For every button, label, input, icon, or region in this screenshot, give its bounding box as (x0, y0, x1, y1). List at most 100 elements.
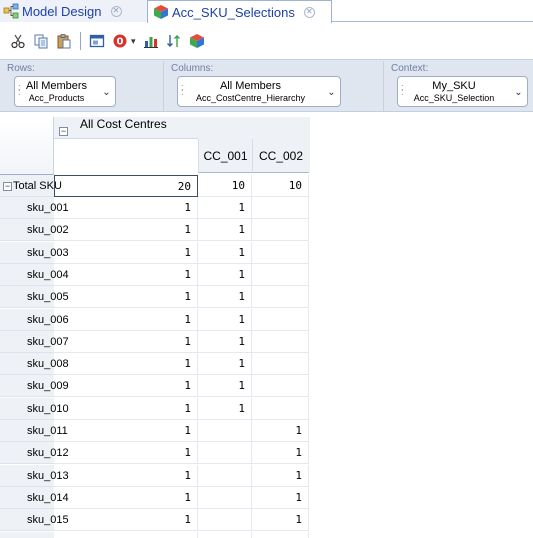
table-cell-value-all[interactable]: 1 (54, 375, 198, 397)
table-cell-value-cc-001[interactable]: 1 (198, 219, 252, 241)
context-member: My_SKU (432, 80, 476, 92)
cube-icon (153, 4, 169, 20)
grid-corner (0, 117, 54, 175)
row-header-sku[interactable]: sku_002 (0, 219, 69, 241)
cut-icon[interactable] (8, 31, 28, 51)
tab-acc-sku-selections[interactable]: Acc_SKU_Selections ✕ (147, 0, 332, 23)
chevron-down-icon[interactable]: ⌄ (100, 83, 113, 102)
rows-dimension: Acc_Products (28, 93, 85, 103)
table-cell-value-cc-002[interactable] (252, 264, 309, 286)
table-cell-value-cc-001[interactable]: 1 (198, 264, 252, 286)
table-cell-value-cc-002[interactable]: 1 (252, 487, 309, 509)
paste-icon[interactable] (54, 31, 74, 51)
row-header-sku[interactable]: sku_007 (0, 331, 69, 353)
column-header-cc-002[interactable]: CC_002 (252, 139, 309, 173)
table-cell-value-cc-002[interactable]: 1 (252, 465, 309, 487)
row-header-sku[interactable]: sku_001 (0, 197, 69, 219)
row-header-sku[interactable]: sku_011 (0, 420, 68, 442)
cube-view-icon[interactable] (187, 31, 207, 51)
toolbar-separator (80, 32, 81, 50)
table-cell-value-all[interactable]: 1 (54, 465, 198, 487)
table-cell-value-cc-002[interactable]: 1 (252, 509, 309, 531)
table-cell-value-cc-001[interactable]: 1 (198, 309, 252, 331)
table-cell-value-cc-001[interactable] (198, 442, 252, 464)
table-cell-value-all[interactable]: 1 (54, 264, 198, 286)
svg-text:0: 0 (117, 37, 124, 48)
table-cell-value-all[interactable]: 1 (54, 219, 198, 241)
table-cell-value-cc-002[interactable]: 1 (252, 442, 309, 464)
table-cell-value-cc-002[interactable] (252, 353, 309, 375)
row-header-total[interactable]: − Total SKU (0, 175, 62, 197)
table-cell-value-cc-001[interactable]: 1 (198, 375, 252, 397)
table-cell-value-all[interactable]: 1 (54, 242, 198, 264)
table-cell-value-cc-001[interactable]: 1 (198, 197, 252, 219)
table-cell-value-cc-001[interactable] (198, 465, 252, 487)
table-cell-value-cc-002[interactable]: 1 (252, 420, 309, 442)
chart-icon[interactable] (141, 31, 161, 51)
table-cell-value-cc-001[interactable]: 1 (198, 242, 252, 264)
rows-selector[interactable]: ⁚ ⁚ All Members Acc_Products ⌄ (14, 76, 116, 107)
table-cell-value-all[interactable]: 1 (54, 353, 198, 375)
table-cell-value-cc-002[interactable] (252, 219, 309, 241)
table-cell-value-cc-001[interactable] (198, 509, 252, 531)
close-icon[interactable]: ✕ (110, 5, 122, 17)
table-cell-value-cc-001[interactable]: 1 (198, 286, 252, 308)
table-cell-value-cc-001[interactable] (198, 420, 252, 442)
collapse-icon[interactable]: − (59, 127, 68, 136)
table-cell-value-cc-002[interactable] (252, 242, 309, 264)
table-cell-value-all[interactable]: 1 (54, 197, 198, 219)
row-header-sku[interactable]: sku_012 (0, 442, 69, 464)
table-cell-value-all[interactable]: 1 (54, 420, 198, 442)
tab-model-design[interactable]: Model Design ✕ (0, 0, 147, 22)
row-header-sku[interactable]: sku_014 (0, 487, 69, 509)
row-header-sku[interactable]: sku_005 (0, 286, 69, 308)
row-header-sku[interactable]: sku_016 (0, 532, 69, 538)
row-header-sku[interactable]: sku_003 (0, 242, 69, 264)
table-cell-value-all[interactable]: 1 (54, 331, 198, 353)
table-cell-value-cc-001[interactable]: 1 (198, 398, 252, 420)
collapse-icon[interactable]: − (3, 182, 12, 191)
view-icon[interactable] (87, 31, 107, 51)
total-value-all[interactable]: 20 (54, 175, 198, 197)
column-header-cc-001[interactable]: CC_001 (198, 139, 252, 173)
context-selector[interactable]: ⁚ ⁚ My_SKU Acc_SKU_Selection ⌄ (397, 76, 528, 107)
rows-selector-group: Rows: ⁚ ⁚ All Members Acc_Products ⌄ (0, 62, 163, 111)
table-cell-value-all[interactable]: 1 (54, 286, 198, 308)
table-cell-value-cc-002[interactable] (252, 375, 309, 397)
table-cell-value-cc-001[interactable] (198, 487, 252, 509)
table-cell-value-all[interactable]: 1 (54, 487, 198, 509)
close-icon[interactable]: ✕ (303, 6, 315, 18)
total-value-cc-002[interactable]: 10 (252, 175, 309, 197)
columns-selector[interactable]: ⁚ ⁚ All Members Acc_CostCentre_Hierarchy … (177, 76, 341, 107)
table-cell-value-cc-002[interactable] (252, 286, 309, 308)
table-cell-value-cc-002[interactable] (252, 309, 309, 331)
sort-icon[interactable] (164, 31, 184, 51)
table-cell-value-cc-002[interactable] (252, 331, 309, 353)
chevron-down-icon[interactable]: ▾ (131, 36, 136, 47)
row-header-sku[interactable]: sku_006 (0, 309, 69, 331)
row-header-sku[interactable]: sku_013 (0, 465, 69, 487)
table-cell-value-cc-002[interactable]: 1 (252, 532, 309, 538)
table-cell-value-cc-002[interactable] (252, 197, 309, 219)
column-group-header[interactable]: − All Cost Centres (54, 117, 198, 139)
chevron-down-icon[interactable]: ⌄ (325, 83, 338, 102)
table-cell-value-all[interactable]: 1 (54, 442, 198, 464)
table-cell-value-all[interactable]: 1 (54, 398, 198, 420)
table-cell-value-all[interactable]: 1 (54, 309, 198, 331)
table-cell-value-cc-001[interactable] (198, 532, 252, 538)
table-cell-value-all[interactable]: 1 (54, 532, 198, 538)
table-cell-value-cc-001[interactable]: 1 (198, 331, 252, 353)
row-header-sku[interactable]: sku_008 (0, 353, 69, 375)
row-header-sku[interactable]: sku_004 (0, 264, 69, 286)
zero-suppress-icon[interactable]: 0 (110, 31, 130, 51)
row-header-sku[interactable]: sku_015 (0, 509, 69, 531)
total-value-cc-001[interactable]: 10 (198, 175, 252, 197)
table-cell-value-all[interactable]: 1 (54, 509, 198, 531)
table-cell-value-cc-002[interactable] (252, 398, 309, 420)
row-header-sku[interactable]: sku_009 (0, 375, 69, 397)
dimension-selector-bar: Rows: ⁚ ⁚ All Members Acc_Products ⌄ Colu… (0, 59, 533, 112)
chevron-down-icon[interactable]: ⌄ (512, 83, 525, 102)
table-cell-value-cc-001[interactable]: 1 (198, 353, 252, 375)
row-header-sku[interactable]: sku_010 (0, 398, 69, 420)
copy-icon[interactable] (31, 31, 51, 51)
